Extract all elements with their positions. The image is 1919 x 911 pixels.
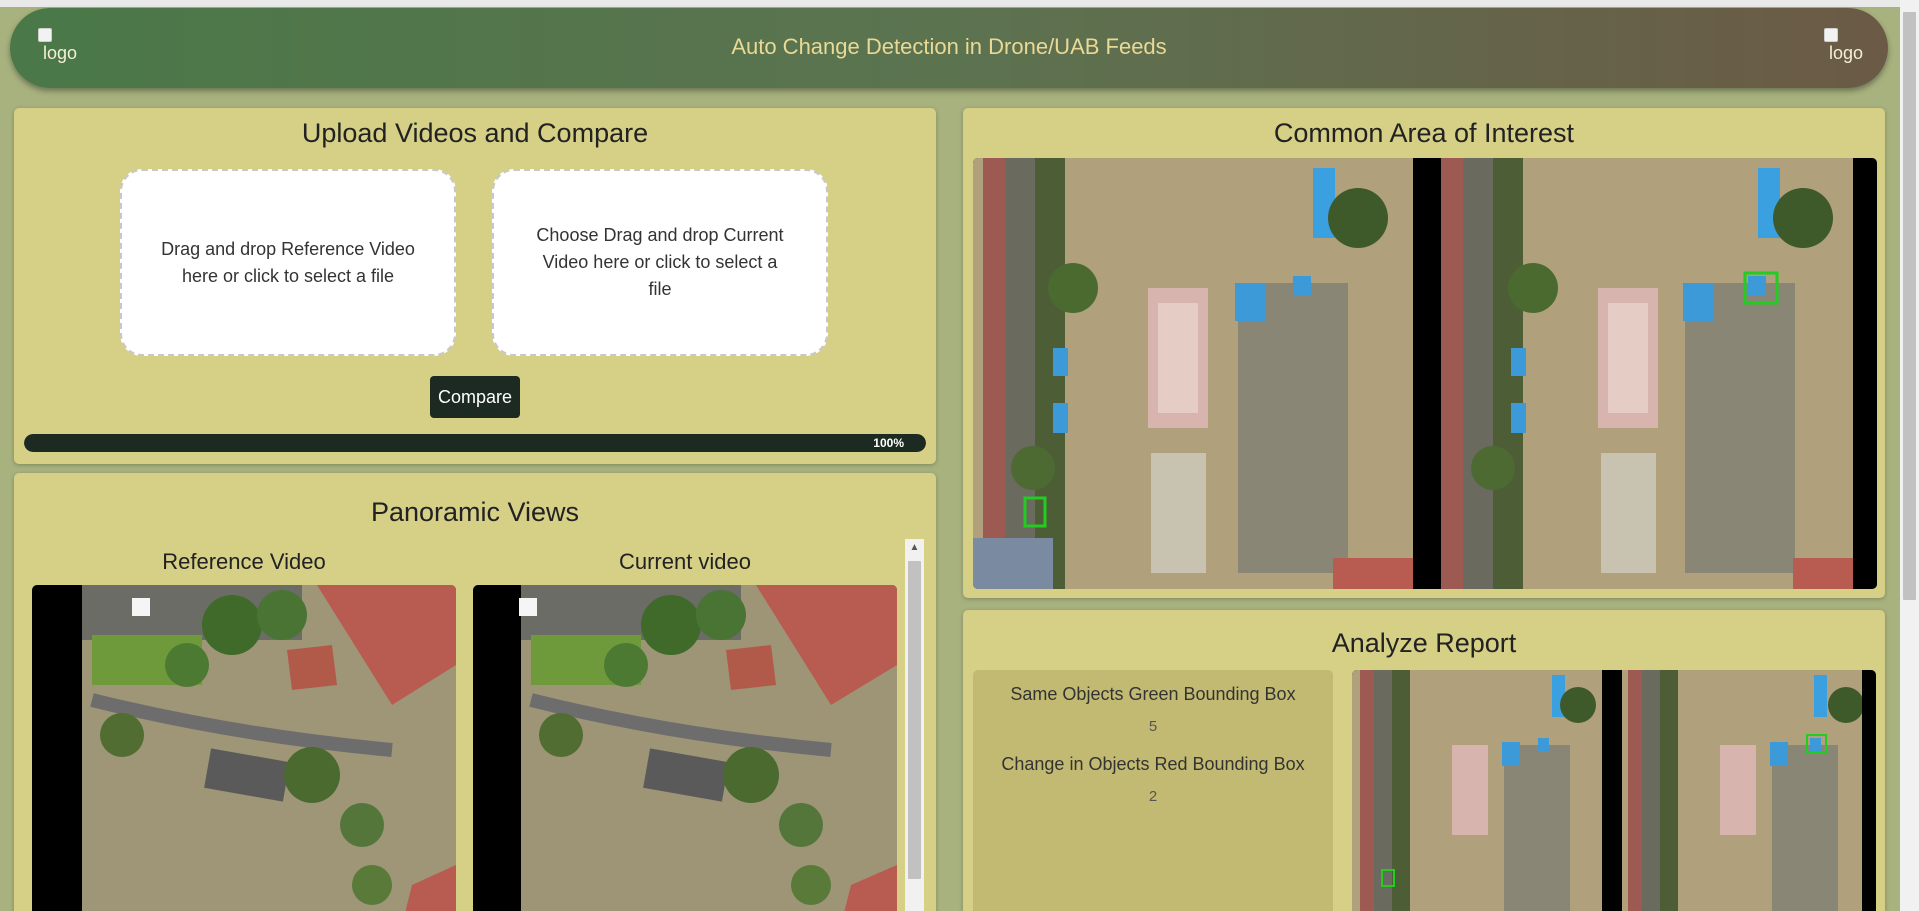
changed-objects-count: 2	[1148, 788, 1158, 805]
reference-dropzone-text: Drag and drop Reference Video here or cl…	[161, 238, 415, 286]
stats-box: Same Objects Green Bounding Box 5 Change…	[973, 670, 1333, 911]
analyze-report-panel: Analyze Report Same Objects Green Boundi…	[963, 610, 1885, 911]
analyze-report-title: Analyze Report	[1331, 628, 1517, 658]
compare-button[interactable]: Compare	[430, 376, 520, 418]
page-scroll-thumb[interactable]	[1903, 12, 1916, 600]
panoramic-panel: Panoramic Views Reference Video Current …	[14, 473, 936, 911]
reference-panorama-image	[32, 585, 456, 911]
page-scrollbar[interactable]	[1900, 0, 1919, 911]
logo-right: logo	[1824, 28, 1868, 72]
common-area-panel: Common Area of Interest	[963, 108, 1885, 598]
app-header: logo Auto Change Detection in Drone/UAB …	[10, 8, 1888, 88]
current-video-dropzone[interactable]: Choose Drag and drop Current Video here …	[492, 169, 828, 356]
panorama-scrollbar[interactable]: ▲	[905, 539, 924, 911]
scroll-up-arrow-icon[interactable]: ▲	[905, 539, 924, 557]
page-top-strip	[0, 0, 1900, 7]
panorama-scroll-thumb[interactable]	[908, 561, 921, 879]
current-dropzone-text: Choose Drag and drop Current Video here …	[536, 225, 784, 299]
logo-right-alt: logo	[1828, 43, 1864, 63]
current-panorama-image	[473, 585, 897, 911]
upload-panel: Upload Videos and Compare Drag and drop …	[14, 108, 936, 464]
reference-video-dropzone[interactable]: Drag and drop Reference Video here or cl…	[120, 169, 456, 356]
upload-title: Upload Videos and Compare	[301, 118, 649, 148]
common-area-title: Common Area of Interest	[1273, 118, 1575, 148]
reference-video-label: Reference Video	[162, 549, 326, 574]
progress-bar: 100%	[24, 434, 926, 452]
broken-image-icon	[1824, 28, 1838, 42]
changed-objects-label: Change in Objects Red Bounding Box	[1001, 754, 1305, 774]
app-title: Auto Change Detection in Drone/UAB Feeds	[731, 34, 1167, 59]
progress-fill: 100%	[24, 434, 926, 452]
same-objects-label: Same Objects Green Bounding Box	[1010, 684, 1296, 704]
report-comparison-image	[1352, 670, 1876, 911]
common-area-image	[973, 158, 1877, 589]
panoramic-title: Panoramic Views	[370, 497, 580, 527]
current-video-label: Current video	[618, 549, 752, 574]
same-objects-count: 5	[1148, 718, 1158, 735]
